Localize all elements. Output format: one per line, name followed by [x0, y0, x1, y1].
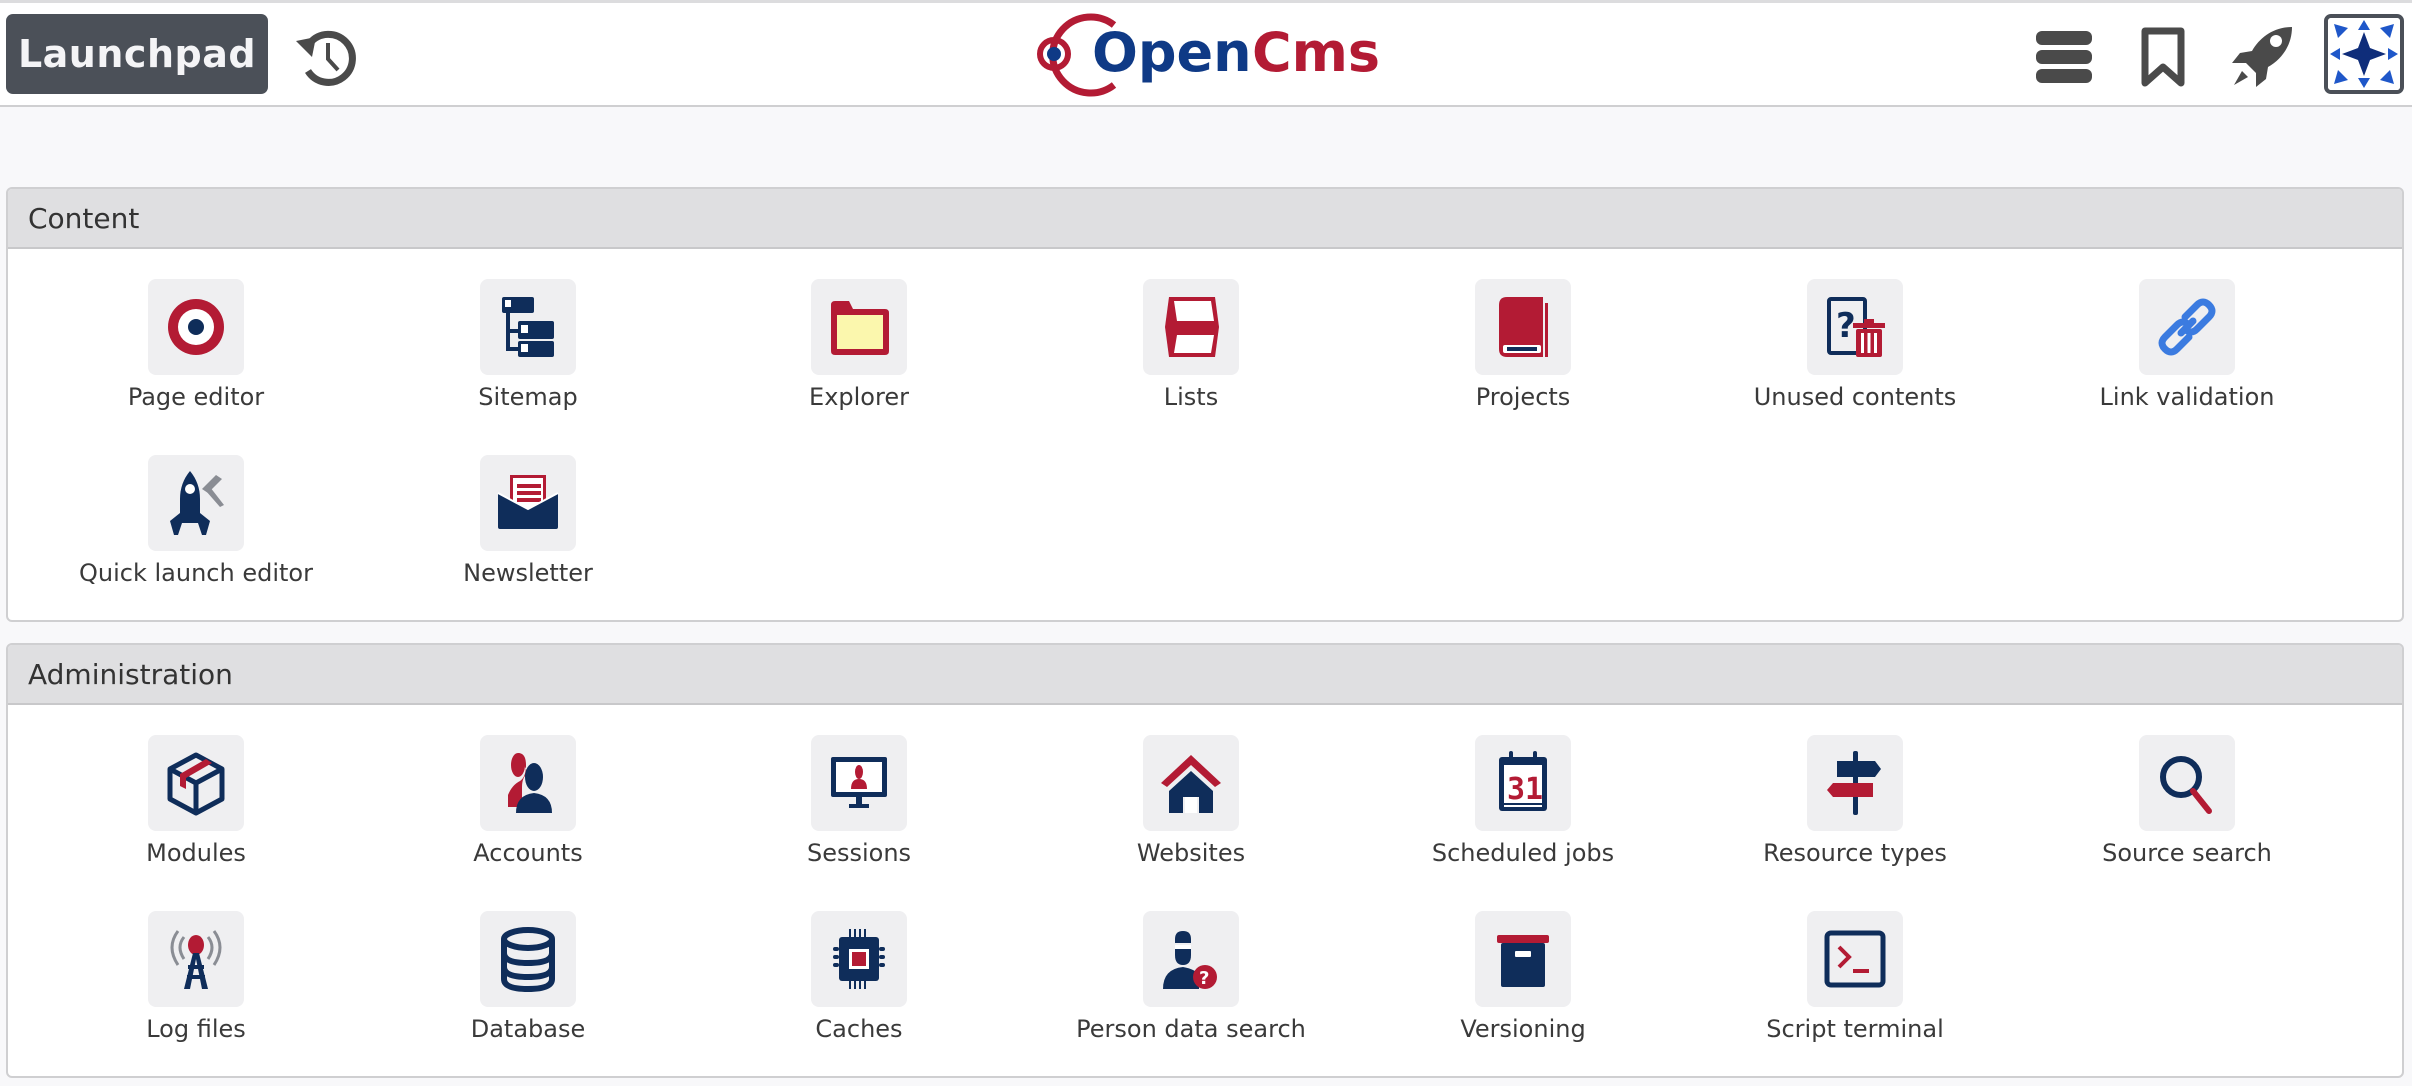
target-icon — [148, 279, 244, 375]
rocket-icon[interactable] — [2230, 25, 2296, 87]
section-title-administration: Administration — [8, 645, 2402, 705]
cpu-chip-icon — [811, 911, 907, 1007]
rocket-tool-icon — [148, 455, 244, 551]
app-log-files[interactable]: Log files — [31, 911, 361, 1043]
app-label: Websites — [1136, 839, 1246, 867]
app-label: Sessions — [806, 839, 912, 867]
administration-section: Administration Modules Accounts Sessions… — [6, 643, 2404, 1078]
signpost-icon — [1807, 735, 1903, 831]
app-versioning[interactable]: Versioning — [1358, 911, 1688, 1043]
logo-text-cms: Cms — [1252, 21, 1380, 84]
app-unused-contents[interactable]: ? Unused contents — [1690, 279, 2020, 411]
app-label: Database — [470, 1015, 586, 1043]
app-resource-types[interactable]: Resource types — [1690, 735, 2020, 867]
app-page-editor[interactable]: Page editor — [31, 279, 361, 411]
app-label: Versioning — [1460, 1015, 1586, 1043]
house-icon — [1143, 735, 1239, 831]
app-scheduled-jobs[interactable]: 31 Scheduled jobs — [1358, 735, 1688, 867]
app-label: Script terminal — [1766, 1015, 1944, 1043]
terminal-icon — [1807, 911, 1903, 1007]
app-label: Link validation — [2099, 383, 2275, 411]
magnifier-icon — [2139, 735, 2235, 831]
calendar-icon: 31 — [1475, 735, 1571, 831]
app-label: Modules — [146, 839, 246, 867]
app-label: Page editor — [127, 383, 265, 411]
hamburger-menu-icon[interactable] — [2034, 27, 2094, 87]
app-label: Quick launch editor — [79, 559, 313, 587]
app-label: Newsletter — [463, 559, 593, 587]
svg-text:?: ? — [1836, 306, 1856, 346]
app-caches[interactable]: Caches — [694, 911, 1024, 1043]
app-label: Accounts — [473, 839, 583, 867]
section-title-content: Content — [8, 189, 2402, 249]
svg-text:?: ? — [1199, 968, 1209, 989]
person-question-icon: ? — [1143, 911, 1239, 1007]
logo-text-open: Open — [1092, 21, 1252, 84]
app-newsletter[interactable]: Newsletter — [363, 455, 693, 587]
chain-link-icon — [2139, 279, 2235, 375]
envelope-letter-icon — [480, 455, 576, 551]
package-box-icon — [148, 735, 244, 831]
users-icon — [480, 735, 576, 831]
app-label: Log files — [146, 1015, 246, 1043]
app-label: Lists — [1163, 383, 1219, 411]
antenna-tower-icon — [148, 911, 244, 1007]
launchpad-button[interactable]: Launchpad — [6, 14, 268, 94]
app-label: Projects — [1475, 383, 1571, 411]
app-label: Person data search — [1076, 1015, 1306, 1043]
app-label: Source search — [2102, 839, 2272, 867]
app-header: Launchpad Open Cms — [0, 3, 2412, 107]
app-label: Resource types — [1763, 839, 1947, 867]
sitemap-tree-icon — [480, 279, 576, 375]
folded-list-icon — [1143, 279, 1239, 375]
app-lists[interactable]: Lists — [1026, 279, 1356, 411]
database-icon — [480, 911, 576, 1007]
archive-box-icon — [1475, 911, 1571, 1007]
app-label: Scheduled jobs — [1431, 839, 1615, 867]
app-explorer[interactable]: Explorer — [694, 279, 1024, 411]
content-section: Content Page editor Sitemap Explorer Lis… — [6, 187, 2404, 622]
app-link-validation[interactable]: Link validation — [2022, 279, 2352, 411]
app-sessions[interactable]: Sessions — [694, 735, 1024, 867]
app-sitemap[interactable]: Sitemap — [363, 279, 693, 411]
bookmark-icon[interactable] — [2140, 27, 2186, 87]
svg-text:31: 31 — [1507, 772, 1543, 807]
user-avatar[interactable] — [2324, 14, 2404, 94]
unused-trash-icon: ? — [1807, 279, 1903, 375]
app-label: Unused contents — [1753, 383, 1957, 411]
app-websites[interactable]: Websites — [1026, 735, 1356, 867]
opencms-logo: Open Cms — [1030, 13, 1380, 97]
app-label: Explorer — [809, 383, 909, 411]
app-projects[interactable]: Projects — [1358, 279, 1688, 411]
app-database[interactable]: Database — [363, 911, 693, 1043]
app-modules[interactable]: Modules — [31, 735, 361, 867]
book-icon — [1475, 279, 1571, 375]
app-source-search[interactable]: Source search — [2022, 735, 2352, 867]
app-script-terminal[interactable]: Script terminal — [1690, 911, 2020, 1043]
history-icon[interactable] — [292, 27, 358, 87]
app-label: Caches — [815, 1015, 903, 1043]
folder-icon — [811, 279, 907, 375]
app-accounts[interactable]: Accounts — [363, 735, 693, 867]
app-label: Sitemap — [478, 383, 578, 411]
app-quick-launch-editor[interactable]: Quick launch editor — [31, 455, 361, 587]
monitor-user-icon — [811, 735, 907, 831]
app-person-data-search[interactable]: ? Person data search — [1026, 911, 1356, 1043]
